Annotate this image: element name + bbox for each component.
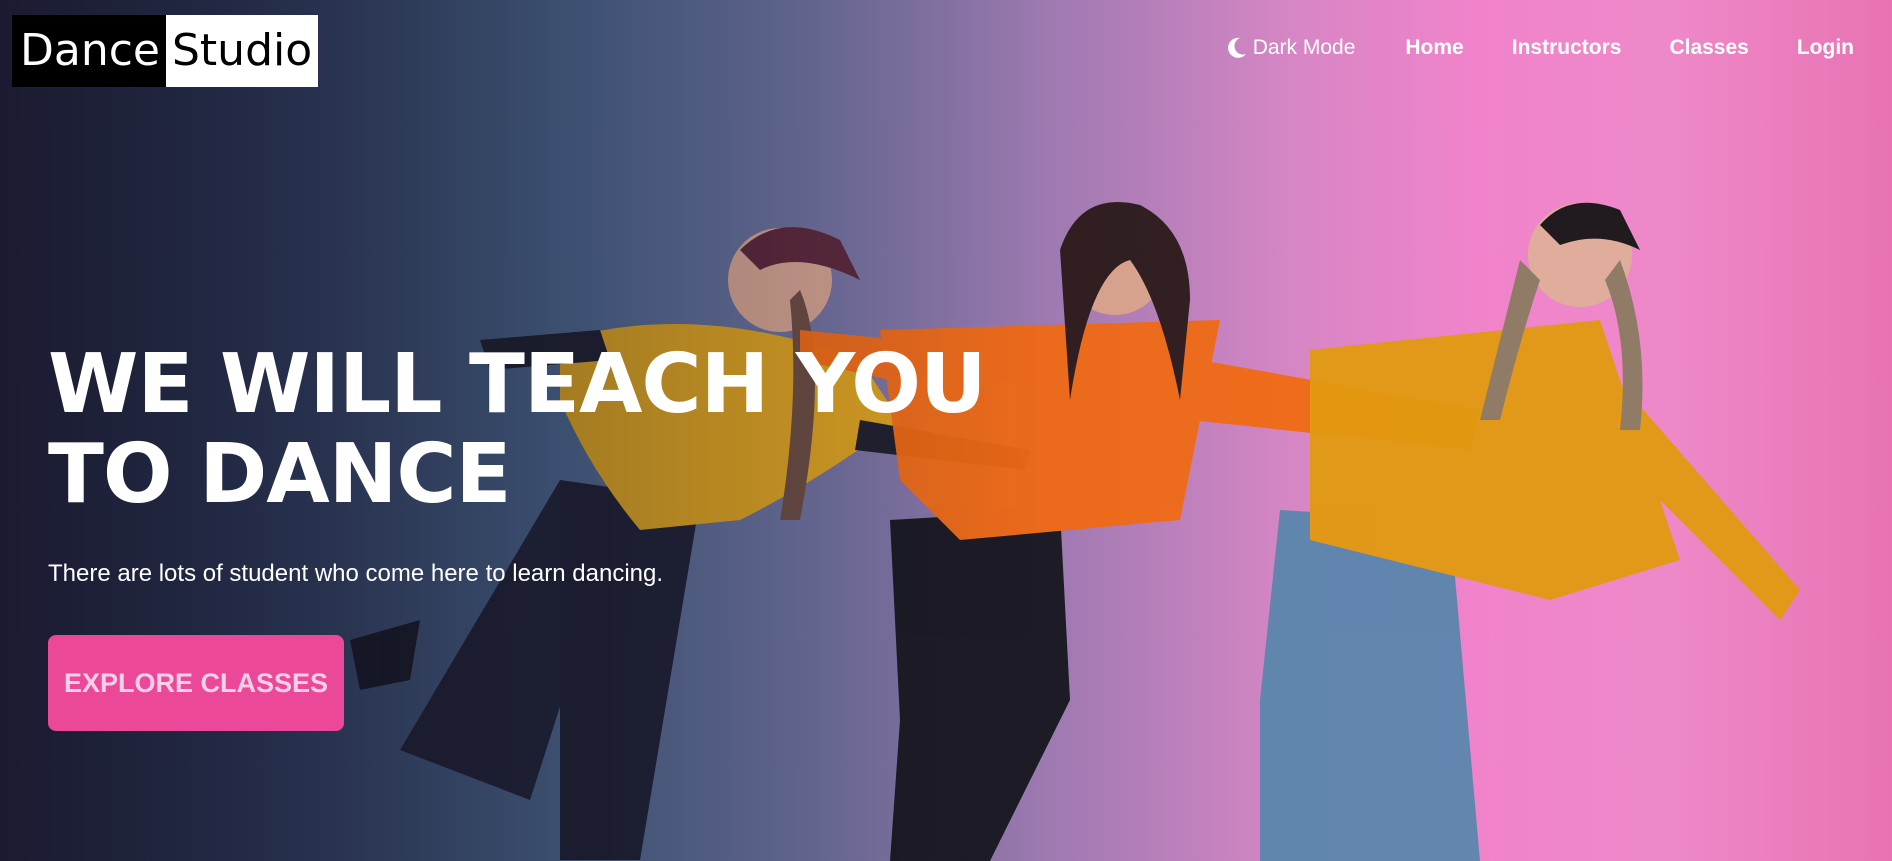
dark-mode-label: Dark Mode	[1252, 36, 1356, 59]
explore-classes-button[interactable]: EXPLORE CLASSES	[48, 635, 344, 731]
top-nav: Dark Mode Home Instructors Classes Login	[1227, 36, 1854, 60]
nav-link-classes[interactable]: Classes	[1669, 36, 1748, 60]
nav-link-instructors[interactable]: Instructors	[1512, 36, 1622, 60]
hero-headline: WE WILL TEACH YOU TO DANCE	[48, 337, 987, 522]
moon-icon	[1227, 37, 1246, 58]
logo-part-dance: Dance	[12, 15, 166, 87]
hero-section: Dance Studio Dark Mode Home Instructors …	[0, 0, 1892, 861]
dark-mode-toggle[interactable]: Dark Mode	[1227, 36, 1356, 60]
nav-link-login[interactable]: Login	[1797, 36, 1854, 60]
nav-link-home[interactable]: Home	[1405, 36, 1463, 60]
logo[interactable]: Dance Studio	[12, 15, 319, 87]
hero-subtitle: There are lots of student who come here …	[48, 560, 664, 587]
logo-part-studio: Studio	[166, 15, 319, 87]
